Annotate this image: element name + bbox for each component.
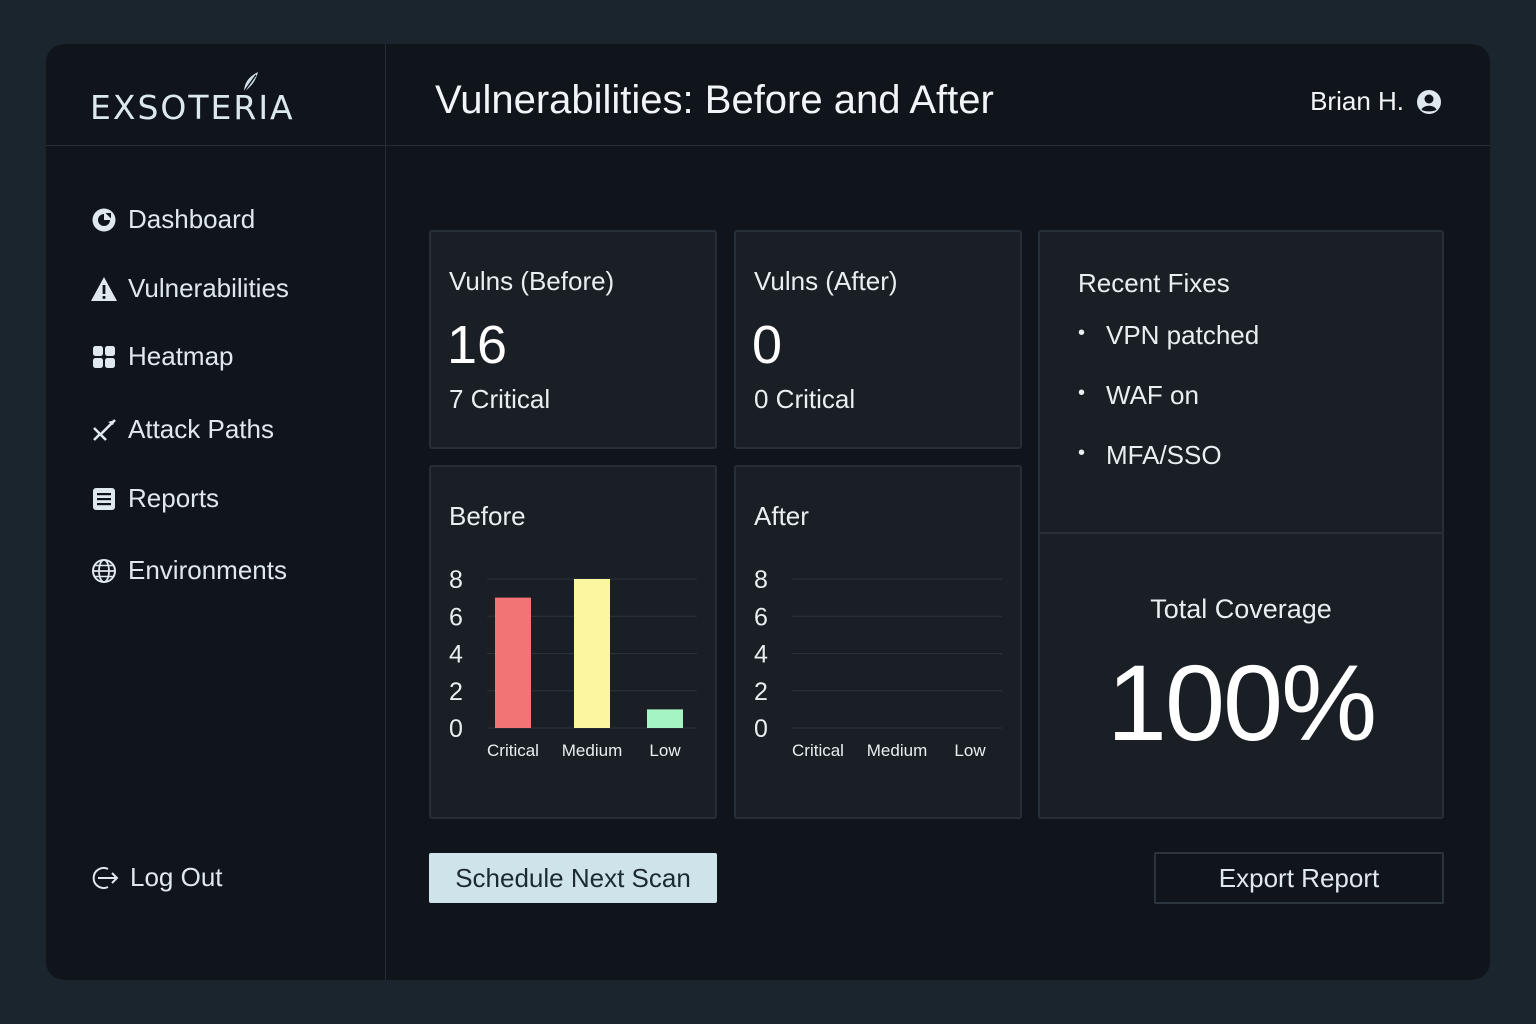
page-title: Vulnerabilities: Before and After (435, 78, 994, 122)
logout-icon (90, 864, 120, 892)
sidebar-item-label: Environments (128, 555, 287, 585)
card-divider (1040, 532, 1442, 534)
after-chart: 0 2 4 6 8 Critical Medium Low (754, 566, 1002, 760)
schedule-scan-button[interactable]: Schedule Next Scan (429, 853, 717, 903)
coverage-value: 100% (1106, 642, 1377, 763)
before-chart: 0 2 4 6 8 Critical Medium Low (449, 566, 697, 760)
logo-text: EXSOTERIA (90, 88, 295, 127)
y-tick-label: 0 (754, 715, 768, 743)
card-subtitle: 0 Critical (754, 384, 856, 414)
vulns-before-card: Vulns (Before) 16 7 Critical (429, 230, 717, 449)
user-circle-icon (1416, 89, 1442, 115)
user-menu[interactable]: Brian H. (1310, 86, 1442, 117)
export-report-button[interactable]: Export Report (1154, 852, 1444, 904)
after-chart-card: After 0 2 4 6 8 Critical Medium Low (734, 465, 1022, 819)
logout-button[interactable]: Log Out (90, 862, 223, 893)
y-tick-label: 8 (449, 566, 463, 594)
x-tick-label: Critical (792, 741, 844, 760)
card-title: Vulns (Before) (449, 266, 615, 296)
sidebar-item-dashboard[interactable]: Dashboard (90, 204, 255, 235)
sidebar-item-label: Vulnerabilities (128, 273, 289, 303)
vulns-after-card: Vulns (After) 0 0 Critical (734, 230, 1022, 449)
sidebar-item-label: Reports (128, 483, 220, 513)
globe-icon (90, 557, 118, 585)
bar-medium (574, 579, 610, 728)
x-tick-label: Critical (487, 741, 539, 760)
sidebar: EXSOTERIA Dashboard Vulnerabilities Heat… (46, 44, 386, 980)
sidebar-item-reports[interactable]: Reports (90, 483, 219, 514)
sidebar-item-label: Attack Paths (128, 414, 274, 444)
before-chart-card: Before 0 2 4 6 8 Critical Medium Low (429, 465, 717, 819)
y-tick-label: 2 (754, 678, 768, 706)
sidebar-item-label: Heatmap (128, 341, 234, 371)
x-tick-label: Medium (867, 741, 927, 760)
recent-fixes-title: Recent Fixes (1078, 268, 1230, 298)
reports-icon (90, 485, 118, 513)
logout-label: Log Out (130, 862, 223, 892)
y-tick-label: 6 (754, 603, 768, 631)
y-tick-label: 0 (449, 715, 463, 743)
sidebar-item-attack-paths[interactable]: Attack Paths (90, 414, 274, 445)
attack-path-icon (90, 416, 118, 444)
coverage-label: Total Coverage (1150, 594, 1332, 624)
warning-icon (90, 275, 118, 303)
recent-fixes-list: VPN patched WAF on MFA/SSO (1078, 320, 1259, 500)
list-item: WAF on (1078, 380, 1259, 440)
x-tick-label: Low (649, 741, 681, 760)
sidebar-item-label: Dashboard (128, 204, 256, 234)
x-tick-label: Low (954, 741, 986, 760)
y-tick-label: 6 (449, 603, 463, 631)
logo[interactable]: EXSOTERIA (90, 72, 330, 132)
card-value: 0 (752, 315, 783, 375)
bar-critical (495, 597, 531, 728)
sidebar-item-vulnerabilities[interactable]: Vulnerabilities (90, 273, 289, 304)
card-title: Vulns (After) (754, 266, 898, 296)
sidebar-item-environments[interactable]: Environments (90, 555, 287, 586)
x-tick-label: Medium (562, 741, 622, 760)
grid-icon (90, 343, 118, 371)
y-tick-label: 4 (754, 641, 768, 669)
list-item: MFA/SSO (1078, 440, 1259, 500)
card-subtitle: 7 Critical (449, 384, 551, 414)
dashboard-icon (90, 206, 118, 234)
y-tick-label: 4 (449, 641, 463, 669)
header-divider (46, 145, 1490, 146)
user-name: Brian H. (1310, 86, 1404, 116)
leaf-icon (243, 72, 258, 93)
fixes-coverage-card: Recent Fixes VPN patched WAF on MFA/SSO … (1038, 230, 1444, 819)
sidebar-item-heatmap[interactable]: Heatmap (90, 341, 234, 372)
bar-low (647, 709, 683, 728)
y-tick-label: 2 (449, 678, 463, 706)
card-value: 16 (447, 315, 508, 375)
app-window: EXSOTERIA Dashboard Vulnerabilities Heat… (46, 44, 1490, 980)
list-item: VPN patched (1078, 320, 1259, 380)
y-tick-label: 8 (754, 566, 768, 594)
